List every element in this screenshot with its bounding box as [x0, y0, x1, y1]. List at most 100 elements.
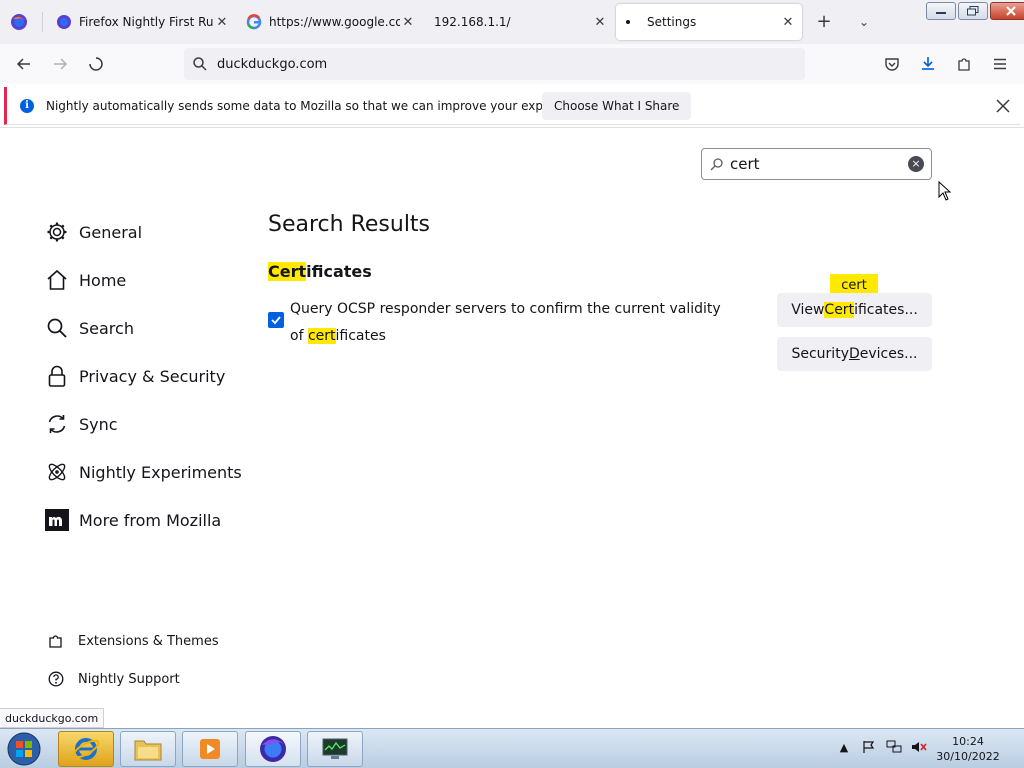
tab-title: Firefox Nightly First Run P: [79, 15, 214, 29]
clock-date: 30/10/2022: [936, 750, 1000, 763]
close-window-button[interactable]: [990, 2, 1024, 20]
new-tab-button[interactable]: +: [814, 12, 834, 32]
sidebar-item-nightly-experiments[interactable]: Nightly Experiments: [45, 448, 242, 496]
ocsp-checkbox[interactable]: [268, 312, 284, 328]
sidebar-item-more-from-mozilla[interactable]: More from Mozilla: [45, 496, 242, 544]
info-icon: i: [20, 98, 34, 113]
windows-taskbar: ▲ 10:24 30/10/2022: [0, 728, 1024, 768]
pocket-icon: [885, 58, 899, 71]
notification-close-icon[interactable]: [993, 96, 1013, 116]
tab-close-icon[interactable]: ✕: [780, 14, 796, 30]
puzzle-icon: [47, 632, 65, 650]
tab-close-icon[interactable]: ✕: [592, 14, 608, 30]
forward-button[interactable]: [50, 54, 70, 74]
clear-search-icon[interactable]: ×: [908, 156, 924, 172]
section-title-rest: ificates: [306, 262, 372, 281]
sidebar-footer: Extensions & Themes Nightly Support: [47, 622, 219, 698]
sidebar-item-search[interactable]: Search: [45, 304, 242, 352]
ocsp-setting: Query OCSP responder servers to confirm …: [268, 296, 738, 350]
search-highlight: cert: [307, 328, 336, 344]
loading-dot-icon: [626, 20, 630, 24]
url-bar[interactable]: duckduckgo.com: [184, 48, 805, 80]
system-tray: ▲: [836, 739, 936, 755]
sidebar-item-label: Sync: [79, 414, 118, 434]
file-explorer-taskbar[interactable]: [120, 731, 176, 767]
action-center-flag-icon[interactable]: [861, 739, 877, 755]
search-highlight: Cert: [824, 302, 855, 318]
button-label-rest: evices...: [859, 346, 918, 362]
firefox-menu-icon[interactable]: [10, 13, 28, 31]
network-icon[interactable]: [886, 739, 902, 755]
pocket-button[interactable]: [882, 54, 902, 74]
notification-message: Nightly automatically sends some data to…: [46, 98, 592, 113]
security-devices-button[interactable]: Security Devices...: [777, 337, 932, 371]
help-icon: [47, 670, 65, 688]
sidebar-item-label: Home: [79, 270, 127, 290]
sidebar-item-sync[interactable]: Sync: [45, 400, 242, 448]
sidebar-item-privacy-security[interactable]: Privacy & Security: [45, 352, 242, 400]
app-menu-button[interactable]: [990, 54, 1010, 74]
button-label: View: [791, 302, 825, 318]
restore-button[interactable]: [958, 2, 988, 20]
minimize-icon: [936, 12, 946, 14]
internet-explorer-taskbar[interactable]: [58, 731, 114, 767]
sidebar-footer-label: Extensions & Themes: [78, 633, 219, 649]
forward-arrow-icon: [54, 58, 68, 70]
back-button[interactable]: [14, 54, 34, 74]
tab-router[interactable]: 192.168.1.1/ ✕: [428, 4, 608, 40]
tab-title: Settings: [647, 15, 697, 29]
close-icon: [1006, 6, 1016, 16]
tab-settings[interactable]: Settings ✕: [616, 4, 802, 40]
sidebar-item-general[interactable]: General: [45, 208, 242, 256]
view-certificates-button[interactable]: View Cert ificates...: [777, 293, 932, 327]
monitor-icon: [322, 738, 348, 759]
folder-icon: [134, 740, 162, 761]
start-button[interactable]: [4, 731, 44, 767]
internet-explorer-icon: [72, 738, 100, 760]
window-controls: [926, 2, 1024, 20]
media-player-icon: [200, 739, 220, 759]
list-all-tabs-button[interactable]: ⌄: [854, 12, 874, 32]
mouse-cursor-icon: [938, 181, 952, 201]
loading-spinner-icon: [89, 57, 103, 71]
stop-button[interactable]: [86, 54, 106, 74]
back-arrow-icon: [16, 58, 30, 70]
choose-what-i-share-button[interactable]: Choose What I Share: [542, 92, 692, 120]
search-icon: [45, 316, 69, 340]
sidebar-item-label: More from Mozilla: [79, 510, 222, 530]
sidebar-item-label: General: [79, 222, 143, 242]
clock-time: 10:24: [952, 735, 984, 748]
settings-search-input[interactable]: cert ×: [701, 148, 932, 180]
sidebar-item-label: Search: [79, 318, 134, 338]
nightly-support-link[interactable]: Nightly Support: [47, 660, 219, 698]
sidebar-item-home[interactable]: Home: [45, 256, 242, 304]
task-manager-taskbar[interactable]: [307, 731, 363, 767]
extensions-button[interactable]: [954, 54, 974, 74]
tab-close-icon[interactable]: ✕: [400, 14, 416, 30]
firefox-nightly-taskbar[interactable]: [245, 731, 301, 767]
tab-strip: Firefox Nightly First Run P ✕ https://ww…: [0, 0, 1024, 44]
home-icon: [45, 268, 69, 292]
media-player-taskbar[interactable]: [182, 731, 238, 767]
show-hidden-icons-icon[interactable]: ▲: [836, 739, 852, 755]
content-divider: [0, 127, 1024, 128]
ocsp-label-rest: ificates: [335, 328, 386, 344]
button-label: Security: [791, 346, 849, 362]
tab-firefox-first-run[interactable]: Firefox Nightly First Run P ✕: [48, 4, 230, 40]
lock-icon: [45, 364, 69, 388]
ocsp-label: Query OCSP responder servers to confirm …: [290, 296, 738, 350]
minimize-button[interactable]: [926, 2, 956, 20]
gear-icon: [45, 220, 69, 244]
downloads-button[interactable]: [918, 54, 938, 74]
experiments-icon: [45, 460, 69, 484]
volume-muted-icon[interactable]: [911, 739, 927, 755]
page-title: Search Results: [268, 212, 431, 237]
extensions-themes-link[interactable]: Extensions & Themes: [47, 622, 219, 660]
tab-close-icon[interactable]: ✕: [214, 14, 230, 30]
nightly-icon: [260, 736, 286, 762]
certificates-section-title: Certificates: [268, 262, 372, 281]
taskbar-clock[interactable]: 10:24 30/10/2022: [932, 734, 1004, 764]
tab-separator: [42, 12, 43, 32]
tab-google[interactable]: https://www.google.com ✕: [238, 4, 416, 40]
sidebar-footer-label: Nightly Support: [78, 671, 180, 687]
